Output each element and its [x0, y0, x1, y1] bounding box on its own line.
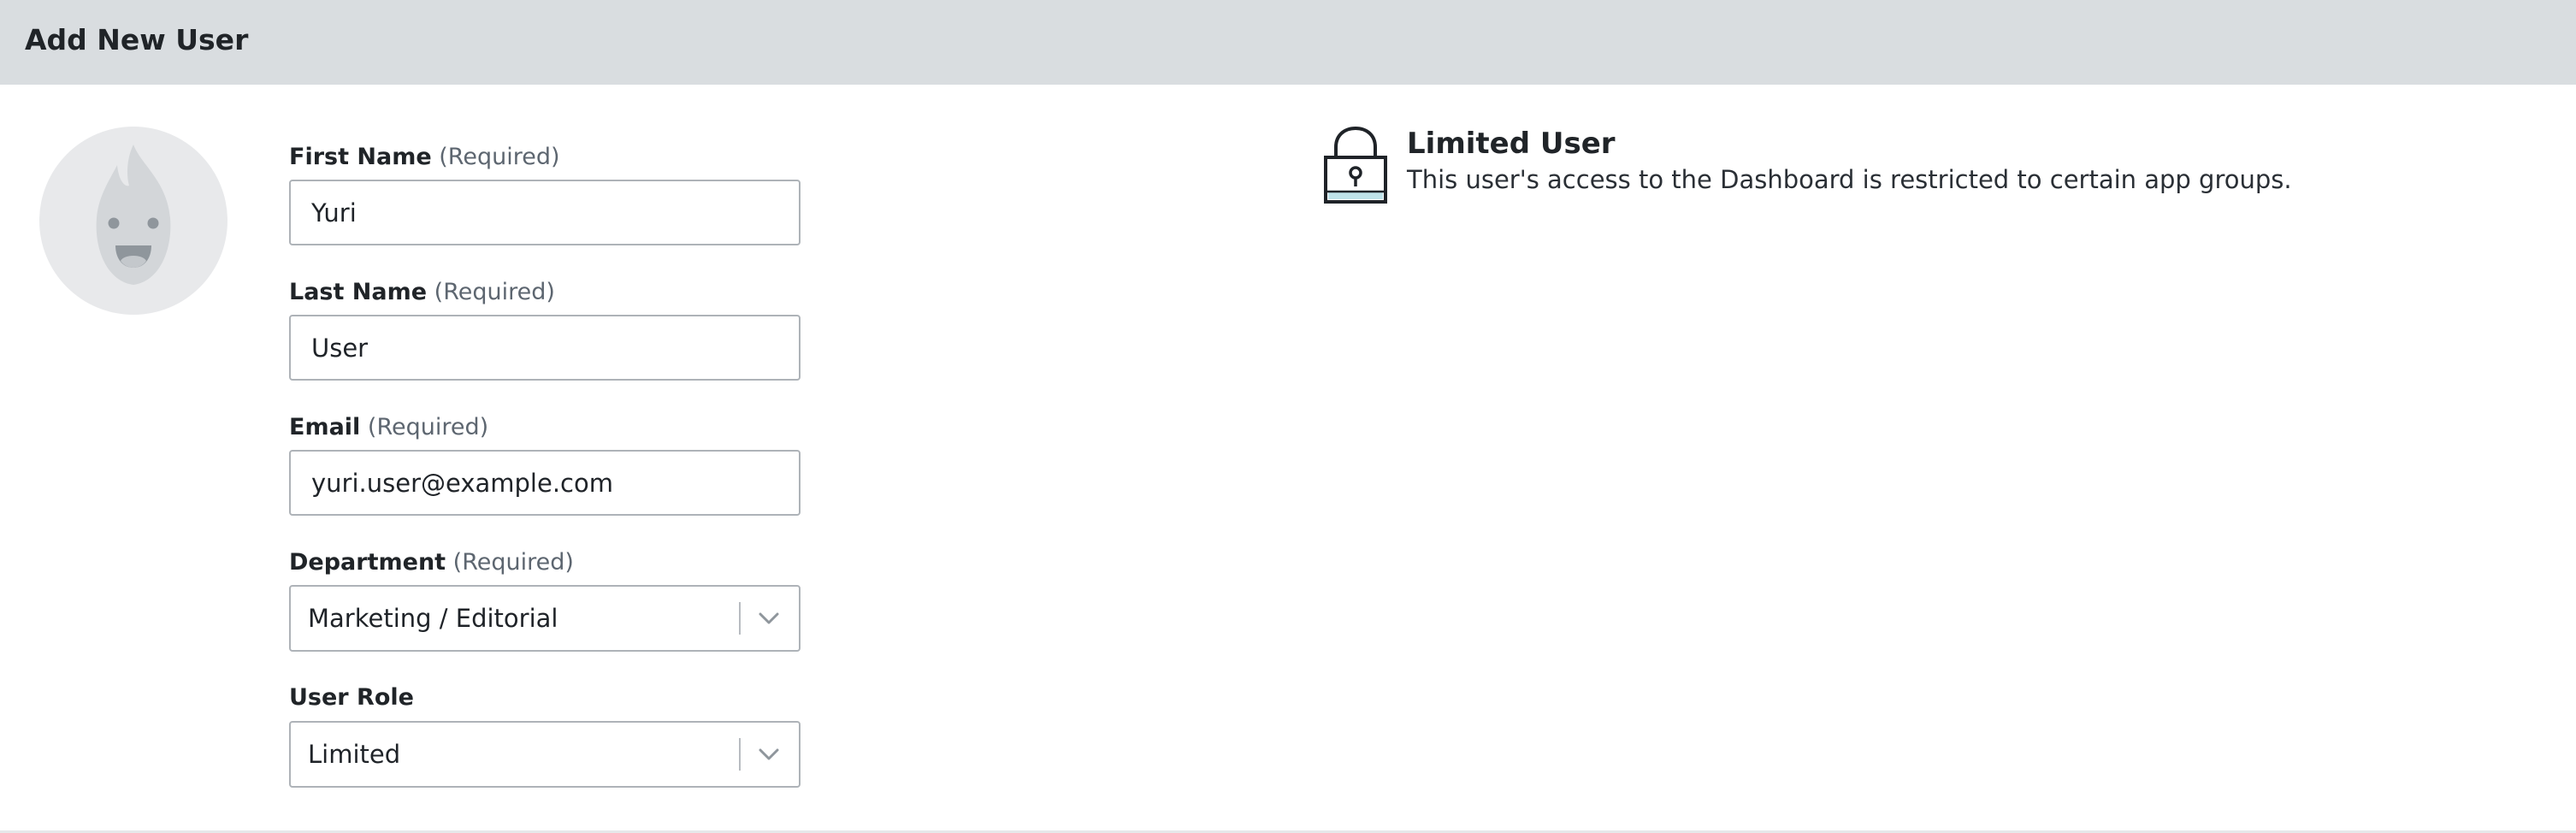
first-name-required-note: (Required): [439, 144, 560, 170]
email-required-note: (Required): [367, 414, 489, 440]
last-name-input[interactable]: [289, 315, 801, 381]
department-label: Department (Required): [289, 548, 574, 577]
last-name-label-text: Last Name: [289, 279, 428, 305]
department-label-text: Department: [289, 549, 446, 576]
first-name-label: First Name (Required): [289, 143, 560, 172]
email-input[interactable]: [289, 450, 801, 516]
user-role-dropdown-toggle[interactable]: [753, 738, 785, 771]
user-role-label-text: User Role: [289, 684, 414, 711]
last-name-label: Last Name (Required): [289, 278, 555, 307]
first-name-label-text: First Name: [289, 144, 432, 170]
department-select[interactable]: Marketing / Editorial: [289, 585, 801, 652]
last-name-required-note: (Required): [434, 279, 555, 305]
email-label: Email (Required): [289, 413, 488, 442]
page-title: Add New User: [25, 23, 249, 56]
role-title: Limited User: [1407, 127, 1616, 161]
user-role-label: User Role: [289, 683, 414, 712]
department-selected-value: Marketing / Editorial: [308, 604, 558, 633]
user-role-selected-value: Limited: [308, 740, 401, 769]
avatar: [39, 127, 227, 315]
first-name-input[interactable]: [289, 180, 801, 245]
lock-icon: [1324, 126, 1387, 204]
add-user-page: Add New User First Name (Required) Last …: [0, 0, 2576, 833]
user-role-select[interactable]: Limited: [289, 721, 801, 788]
page-header: Add New User: [0, 0, 2576, 85]
email-label-text: Email: [289, 414, 361, 440]
department-dropdown-toggle[interactable]: [753, 602, 785, 635]
role-description: This user's access to the Dashboard is r…: [1407, 165, 2292, 194]
user-role-select-separator: [739, 738, 741, 771]
department-select-separator: [739, 602, 741, 635]
chevron-down-icon: [759, 748, 779, 760]
department-required-note: (Required): [452, 549, 574, 576]
chevron-down-icon: [759, 612, 779, 624]
flame-mascot-icon: [96, 145, 171, 285]
